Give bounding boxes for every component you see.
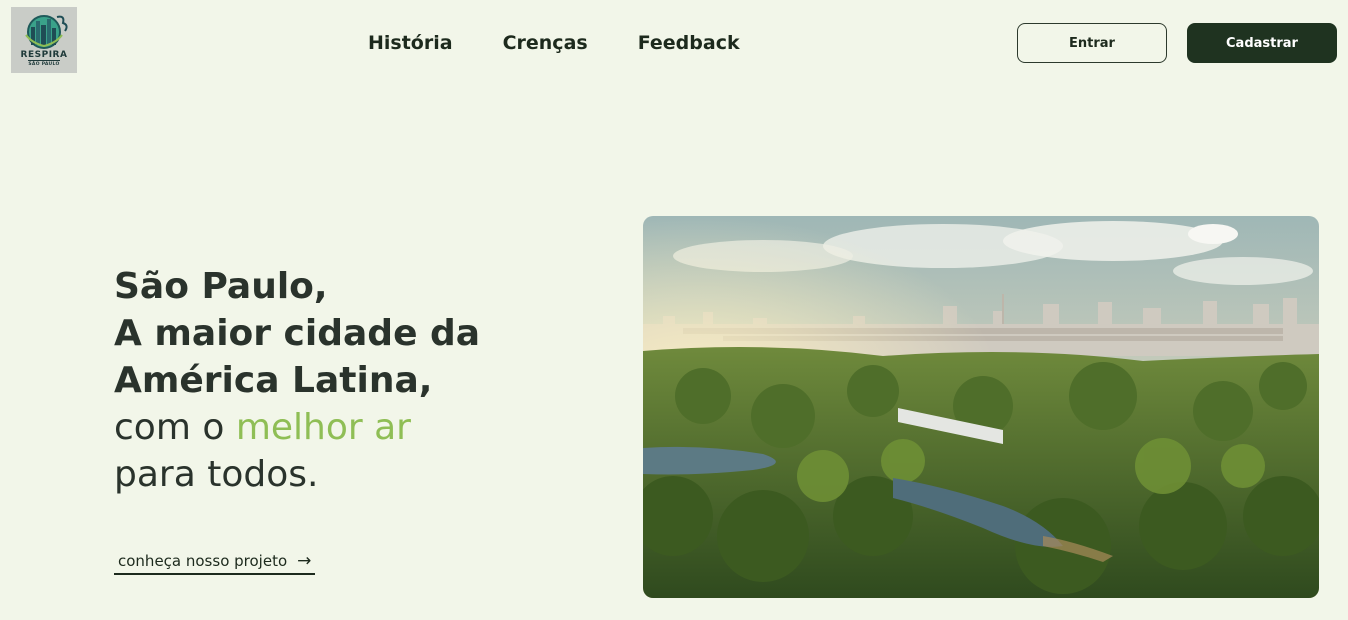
landing-page: RESPIRA SÃO PAULO História Crenças Feedb… [0, 0, 1348, 620]
nav-item-feedback[interactable]: Feedback [638, 30, 740, 56]
hero-line-3: América Latina, [114, 360, 433, 401]
hero-line-4: com o melhor ar [114, 404, 594, 451]
signup-button[interactable]: Cadastrar [1187, 23, 1337, 63]
main-nav: História Crenças Feedback [368, 30, 790, 56]
hero-accent-text: melhor ar [235, 407, 411, 448]
sao-paulo-skyline-image [643, 216, 1319, 598]
login-button[interactable]: Entrar [1017, 23, 1167, 63]
logo-title: RESPIRA [20, 50, 68, 60]
city-circle-logo-icon [25, 15, 68, 49]
arrow-right-icon: → [297, 550, 312, 571]
logo-subtitle: SÃO PAULO [28, 60, 60, 67]
city-park-illustration [643, 216, 1319, 598]
nav-item-crencas[interactable]: Crenças [503, 30, 588, 56]
cta-label: conheça nosso projeto [118, 552, 288, 570]
respira-logo[interactable]: RESPIRA SÃO PAULO [11, 7, 77, 73]
hero-line-1: São Paulo, [114, 266, 328, 307]
hero-headline: São Paulo, A maior cidade da América Lat… [114, 263, 594, 498]
hero-line-2: A maior cidade da [114, 313, 481, 354]
hero-line-5: para todos. [114, 454, 319, 495]
nav-item-historia[interactable]: História [368, 30, 453, 56]
hero-line-4-prefix: com o [114, 407, 236, 448]
know-project-link[interactable]: conheça nosso projeto → [114, 550, 316, 575]
